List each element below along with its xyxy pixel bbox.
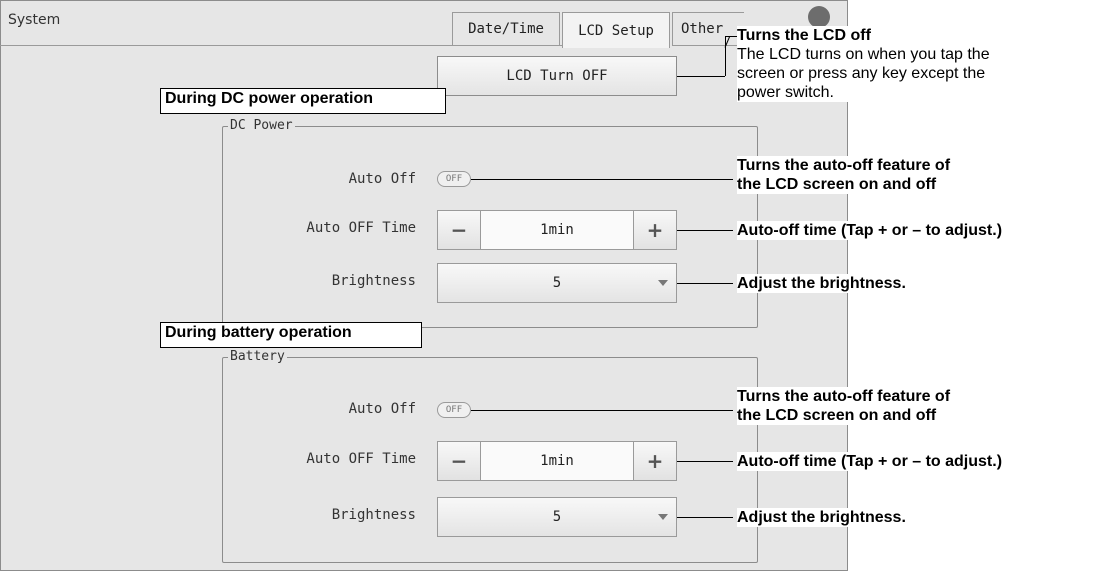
lcd-off-callout-note-2: screen or press any key except the [737,65,986,82]
tab-divider-left [0,45,452,46]
chevron-down-icon [658,280,668,286]
battery-auto-off-callout: Turns the auto-off feature of the LCD sc… [737,387,1097,425]
plus-icon[interactable]: + [634,211,676,249]
lcd-off-callout-note-3: power switch. [737,84,834,101]
battery-legend: Battery [228,349,287,364]
leader-line [725,36,726,76]
lcd-off-callout-title: Turns the LCD off [737,27,871,44]
chevron-down-icon [658,514,668,520]
dc-auto-off-time-label: Auto OFF Time [306,220,416,236]
dc-auto-off-callout: Turns the auto-off feature of the LCD sc… [737,156,1097,194]
dc-auto-off-callout-line-2: the LCD screen on and off [737,176,937,193]
battery-auto-off-time-value: 1min [480,442,634,480]
battery-auto-off-callout-line-2: the LCD screen on and off [737,407,937,424]
lcd-turn-off-button[interactable]: LCD Turn OFF [437,56,677,96]
dc-brightness-callout: Adjust the brightness. [737,274,1097,293]
battery-auto-off-time-stepper: − 1min + [437,441,677,481]
dc-operation-label: During DC power operation [160,88,446,114]
leader-line [677,230,733,231]
dc-auto-off-label: Auto Off [348,171,416,187]
dc-auto-off-time-callout: Auto-off time (Tap + or – to adjust.) [737,221,1099,240]
plus-icon[interactable]: + [634,442,676,480]
battery-auto-off-time-label: Auto OFF Time [306,451,416,467]
minus-icon[interactable]: − [438,442,480,480]
battery-auto-off-callout-line-1: Turns the auto-off feature of [737,388,951,405]
tab-date-time[interactable]: Date/Time [452,12,560,46]
leader-line [471,179,733,180]
leader-line [677,283,733,284]
minus-icon[interactable]: − [438,211,480,249]
tab-other[interactable]: Other [672,12,744,46]
dc-brightness-value: 5 [552,275,562,291]
battery-brightness-label: Brightness [331,507,416,523]
dc-auto-off-callout-line-1: Turns the auto-off feature of [737,157,951,174]
leader-line [677,76,725,77]
leader-line [471,410,733,411]
dc-power-legend: DC Power [228,118,295,133]
dc-auto-off-time-value: 1min [480,211,634,249]
dc-brightness-label: Brightness [331,273,416,289]
leader-line [677,517,733,518]
window-title: System [8,12,61,28]
battery-brightness-select[interactable]: 5 [437,497,677,537]
gear-icon[interactable] [808,6,830,28]
battery-brightness-callout: Adjust the brightness. [737,508,1097,527]
leader-line [677,461,733,462]
lcd-off-callout-note-1: The LCD turns on when you tap the [737,46,990,63]
lcd-off-callout: Turns the LCD off The LCD turns on when … [737,26,1097,102]
battery-auto-off-toggle[interactable]: OFF [437,402,471,418]
battery-brightness-value: 5 [552,509,562,525]
tab-lcd-setup[interactable]: LCD Setup [562,12,670,48]
battery-auto-off-label: Auto Off [348,401,416,417]
dc-auto-off-toggle[interactable]: OFF [437,171,471,187]
battery-operation-label: During battery operation [160,322,422,348]
dc-brightness-select[interactable]: 5 [437,263,677,303]
dc-auto-off-time-stepper: − 1min + [437,210,677,250]
leader-line [725,36,737,37]
battery-auto-off-time-callout: Auto-off time (Tap + or – to adjust.) [737,452,1099,471]
